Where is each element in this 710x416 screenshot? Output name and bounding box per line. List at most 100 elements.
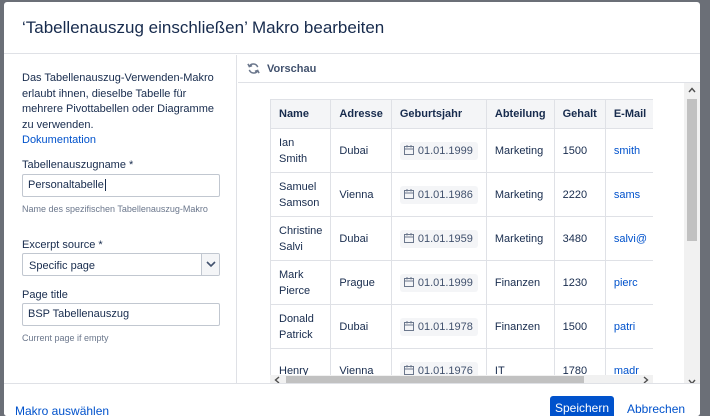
date-value: 01.01.1986: [417, 188, 473, 201]
cell-address: Dubai: [330, 216, 392, 261]
macro-parameters-panel: Das Tabellenauszug-Verwenden-Makro erlau…: [4, 55, 237, 383]
text-cursor: [104, 179, 106, 192]
excerpt-source-select[interactable]: Specific page: [22, 253, 220, 276]
date-lozenge[interactable]: 01.01.1986: [399, 185, 478, 204]
preview-table: Name Adresse Geburtsjahr Abteilung Gehal…: [270, 99, 653, 377]
preview-label: Vorschau: [267, 63, 317, 75]
date-value: 01.01.1959: [417, 232, 473, 245]
excerpt-name-value: Personaltabelle: [28, 179, 104, 191]
documentation-link[interactable]: Dokumentation: [22, 133, 227, 149]
refresh-icon[interactable]: [247, 62, 260, 75]
cell-salary: 1500: [553, 304, 606, 349]
dropdown-button[interactable]: [201, 254, 219, 275]
cell-email: patri: [604, 304, 653, 349]
col-header-salary: Gehalt: [553, 99, 606, 129]
calendar-icon: [403, 188, 414, 199]
cancel-button[interactable]: Abbrechen: [627, 402, 685, 416]
cell-email: pierc: [604, 260, 653, 305]
excerpt-name-label: Tabellenauszugname *: [22, 159, 134, 171]
col-header-address: Adresse: [330, 99, 392, 129]
cell-department: Finanzen: [485, 260, 555, 305]
cell-department: Marketing: [485, 216, 555, 261]
table-row: Mark Pierce Prague 01.01.1999 Finanzen 1230 p…: [270, 260, 653, 305]
col-header-birth-year: Geburtsjahr: [390, 99, 487, 129]
dialog-header: ‘Tabellenauszug einschließen’ Makro bear…: [4, 2, 700, 54]
cell-email: smith: [604, 128, 653, 173]
table-header-row: Name Adresse Geburtsjahr Abteilung Gehal…: [270, 99, 653, 129]
col-header-department: Abteilung: [485, 99, 555, 129]
cell-birth-year: 01.01.1978: [390, 304, 487, 349]
cell-name: Samuel Samson: [270, 172, 332, 217]
email-link[interactable]: pierc: [614, 277, 638, 289]
select-macro-link[interactable]: Makro auswählen: [15, 404, 109, 416]
table-row: Christine Salvi Dubai 01.01.1959 Marketing 3…: [270, 216, 653, 261]
calendar-icon: [403, 232, 414, 243]
cell-email: madr: [604, 348, 653, 377]
cell-department: IT: [485, 348, 555, 377]
cell-birth-year: 01.01.1999: [390, 260, 487, 305]
calendar-icon: [403, 276, 414, 287]
cell-department: Marketing: [485, 172, 555, 217]
date-value: 01.01.1999: [417, 276, 473, 289]
calendar-icon: [403, 320, 414, 331]
table-row: Ian Smith Dubai 01.01.1999 Marketing 1500 smi…: [270, 128, 653, 173]
dialog-title: ‘Tabellenauszug einschließen’ Makro bear…: [22, 18, 385, 37]
preview-toolbar: Vorschau: [238, 55, 700, 83]
macro-description: Das Tabellenauszug-Verwenden-Makro erlau…: [22, 71, 227, 149]
page-title-input[interactable]: BSP Tabellenauszug: [22, 303, 220, 326]
preview-panel: Vorschau Name Adresse Geburtsjahr Abteil…: [238, 55, 700, 393]
dialog-footer: Makro auswählen Speichern Abbrechen: [4, 383, 700, 416]
cell-address: Vienna: [330, 348, 392, 377]
date-value: 01.01.1999: [417, 144, 473, 157]
page-title-value: BSP Tabellenauszug: [28, 308, 130, 320]
cell-address: Vienna: [330, 172, 392, 217]
excerpt-name-help: Name des spezifischen Tabellenauszug-Mak…: [22, 204, 208, 214]
description-text: Das Tabellenauszug-Verwenden-Makro erlau…: [22, 72, 214, 131]
cell-email: sams: [604, 172, 653, 217]
cell-birth-year: 01.01.1999: [390, 128, 487, 173]
email-link[interactable]: patri: [614, 321, 635, 333]
email-link[interactable]: salvi@: [614, 233, 647, 245]
date-lozenge[interactable]: 01.01.1978: [399, 317, 478, 336]
macro-edit-dialog: ‘Tabellenauszug einschließen’ Makro bear…: [4, 2, 700, 416]
cell-salary: 1780: [553, 348, 606, 377]
excerpt-name-input[interactable]: Personaltabelle: [22, 174, 220, 197]
calendar-icon: [403, 364, 414, 375]
email-link[interactable]: smith: [614, 145, 640, 157]
date-value: 01.01.1978: [417, 320, 473, 333]
cell-salary: 2220: [553, 172, 606, 217]
vertical-scroll-thumb[interactable]: [687, 99, 697, 241]
cell-birth-year: 01.01.1986: [390, 172, 487, 217]
cell-name: Donald Patrick: [270, 304, 332, 349]
col-header-name: Name: [270, 99, 332, 129]
cell-name: Mark Pierce: [270, 260, 332, 305]
date-lozenge[interactable]: 01.01.1999: [399, 141, 478, 160]
date-lozenge[interactable]: 01.01.1999: [399, 273, 478, 292]
cell-department: Marketing: [485, 128, 555, 173]
table-row: Samuel Samson Vienna 01.01.1986 Marketing 22…: [270, 172, 653, 217]
date-lozenge[interactable]: 01.01.1959: [399, 229, 478, 248]
cell-birth-year: 01.01.1959: [390, 216, 487, 261]
save-button[interactable]: Speichern: [550, 396, 614, 416]
vertical-scrollbar[interactable]: [684, 83, 700, 393]
preview-table-viewport: Name Adresse Geburtsjahr Abteilung Gehal…: [270, 99, 653, 377]
cell-email: salvi@: [604, 216, 653, 261]
scroll-up-icon[interactable]: [688, 87, 696, 93]
page-title-help: Current page if empty: [22, 333, 109, 343]
col-header-email: E-Mail: [604, 99, 653, 129]
cell-salary: 1230: [553, 260, 606, 305]
cell-salary: 1500: [553, 128, 606, 173]
cell-address: Prague: [330, 260, 392, 305]
table-row: Donald Patrick Dubai 01.01.1978 Finanzen 150…: [270, 304, 653, 349]
cell-salary: 3480: [553, 216, 606, 261]
cell-name: Christine Salvi: [270, 216, 332, 261]
excerpt-source-label: Excerpt source *: [22, 239, 103, 251]
table-row: Henry Vienna 01.01.1976 IT 1780 madr: [270, 348, 653, 377]
calendar-icon: [403, 144, 414, 155]
email-link[interactable]: sams: [614, 189, 640, 201]
cell-name: Ian Smith: [270, 128, 332, 173]
cell-address: Dubai: [330, 304, 392, 349]
page-title-label: Page title: [22, 289, 68, 301]
cell-name: Henry: [270, 348, 332, 377]
chevron-down-icon: [206, 261, 216, 268]
